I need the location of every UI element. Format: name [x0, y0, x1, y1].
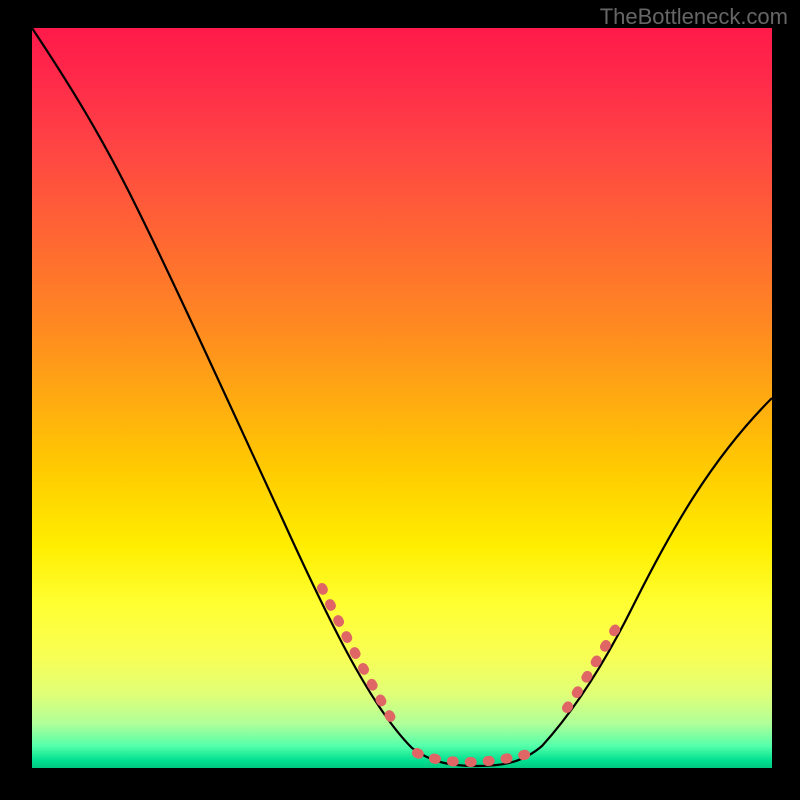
- highlight-dots-right: [567, 618, 622, 708]
- highlight-dots-left: [322, 588, 397, 728]
- curve-line: [32, 28, 772, 766]
- bottleneck-chart: [32, 28, 772, 768]
- watermark-text: TheBottleneck.com: [600, 4, 788, 30]
